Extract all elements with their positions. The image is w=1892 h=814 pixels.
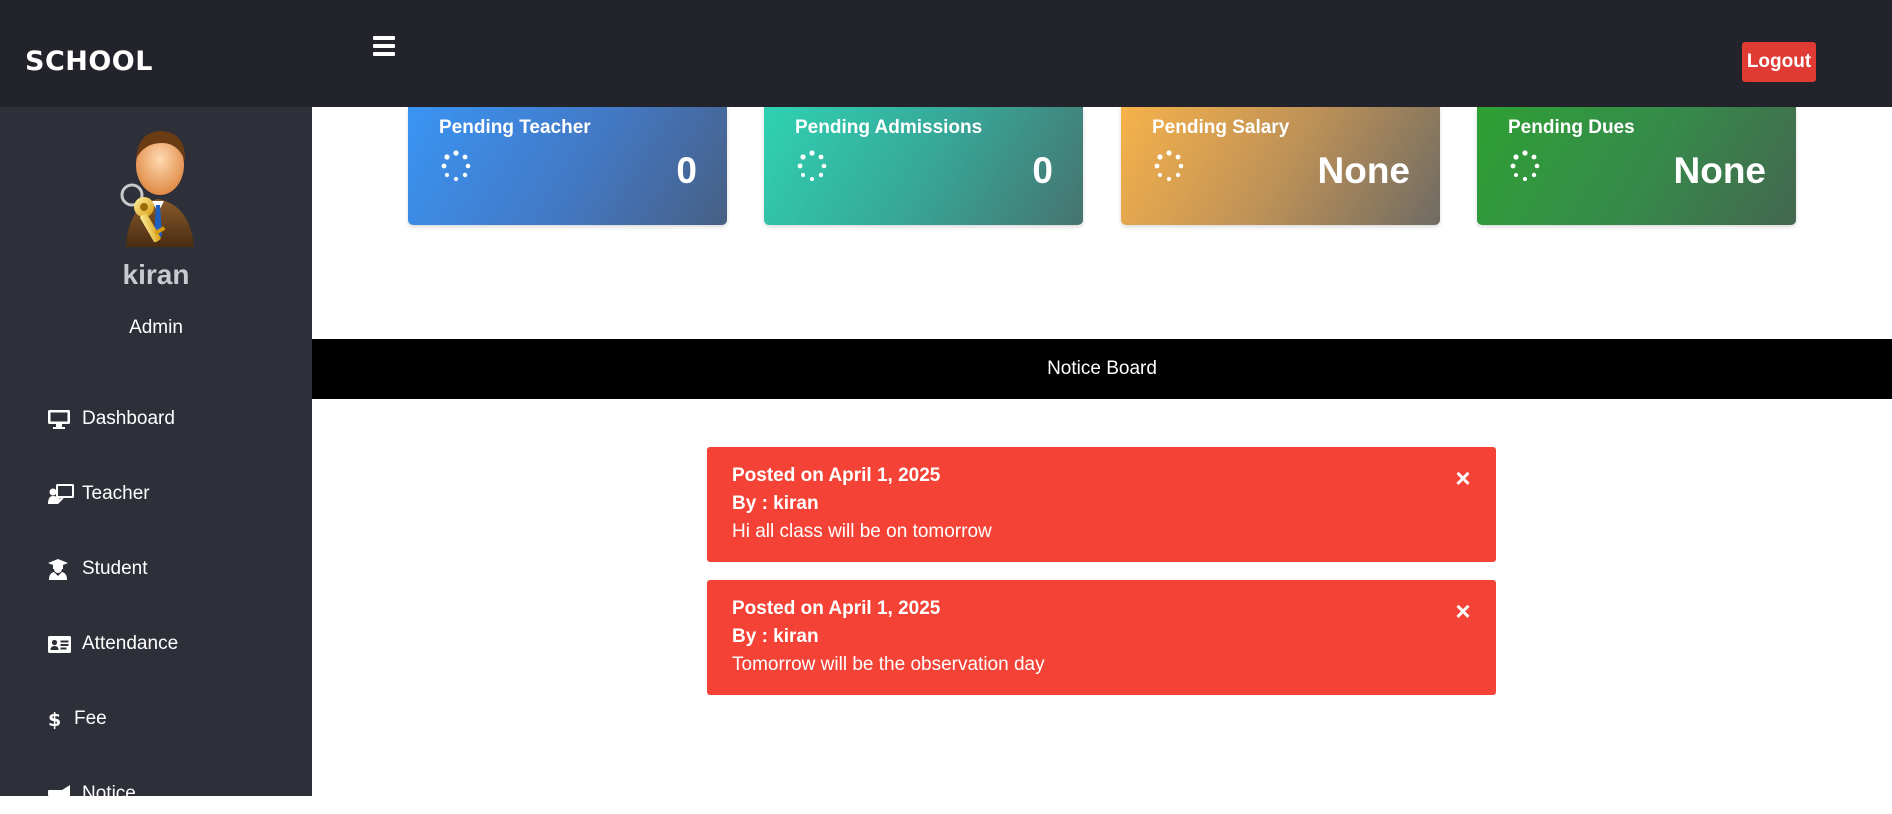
top-navbar: SCHOOL Logout: [0, 0, 1892, 107]
spinner-icon: [1154, 150, 1184, 182]
spinner-icon: [1510, 150, 1540, 182]
sidebar-item-dashboard[interactable]: Dashboard: [48, 399, 175, 439]
card-title: Pending Salary: [1152, 117, 1290, 138]
sidebar-role: Admin: [129, 317, 183, 338]
hamburger-menu-icon[interactable]: [373, 36, 398, 58]
sidebar-item-label: Teacher: [82, 483, 150, 504]
desktop-icon: [48, 407, 74, 431]
sidebar-item-label: Notice: [82, 783, 136, 804]
logout-button[interactable]: Logout: [1742, 42, 1816, 82]
card-value: None: [1673, 150, 1767, 191]
card-title: Pending Admissions: [795, 117, 983, 138]
pending-admissions-card: Pending Admissions 0: [764, 107, 1083, 225]
notice-author: By : kiran: [732, 626, 819, 647]
sidebar-item-label: Student: [82, 558, 148, 579]
sidebar-item-teacher[interactable]: Teacher: [48, 474, 150, 514]
notice-board-title: Notice Board: [1047, 358, 1157, 379]
card-value: None: [1317, 150, 1411, 191]
chalkboard-teacher-icon: [48, 482, 74, 506]
notice-board-header: Notice Board: [312, 339, 1892, 399]
pending-dues-card: Pending Dues None: [1477, 107, 1796, 225]
notice-alert: Posted on April 1, 2025 By : kiran Hi al…: [707, 447, 1496, 562]
notice-posted-date: Posted on April 1, 2025: [732, 465, 941, 486]
spinner-icon: [441, 150, 471, 182]
card-value: 0: [676, 150, 697, 191]
notice-message: Tomorrow will be the observation day: [732, 654, 1045, 675]
sidebar-item-label: Dashboard: [82, 408, 175, 429]
card-title: Pending Dues: [1508, 117, 1635, 138]
card-value: 0: [1032, 150, 1053, 191]
close-icon[interactable]: ×: [1451, 465, 1475, 491]
card-title: Pending Teacher: [439, 117, 591, 138]
megaphone-icon: [48, 782, 74, 806]
sidebar-item-attendance[interactable]: Attendance: [48, 624, 178, 664]
notice-message: Hi all class will be on tomorrow: [732, 521, 992, 542]
sidebar-item-label: Attendance: [82, 633, 179, 654]
sidebar-item-label: Fee: [74, 708, 107, 729]
sidebar-item-notice[interactable]: Notice: [48, 774, 136, 814]
spinner-icon: [797, 150, 827, 182]
admin-key-avatar: [120, 131, 194, 247]
pending-salary-card: Pending Salary None: [1121, 107, 1440, 225]
notice-posted-date: Posted on April 1, 2025: [732, 598, 941, 619]
close-icon[interactable]: ×: [1451, 598, 1475, 624]
svg-text:$: $: [48, 709, 60, 729]
pending-teacher-card: Pending Teacher 0: [408, 107, 727, 225]
sidebar-item-student[interactable]: Student: [48, 549, 148, 589]
sidebar: kiran Admin Dashboard Teacher Student At…: [0, 107, 312, 804]
sidebar-item-fee[interactable]: $ Fee: [48, 699, 107, 739]
sidebar-username: kiran: [122, 259, 190, 290]
brand-logo[interactable]: SCHOOL: [25, 46, 153, 77]
graduate-icon: [48, 557, 74, 581]
dollar-icon: $: [48, 707, 66, 731]
notice-author: By : kiran: [732, 493, 819, 514]
notice-alert: Posted on April 1, 2025 By : kiran Tomor…: [707, 580, 1496, 695]
id-card-icon: [48, 632, 74, 656]
